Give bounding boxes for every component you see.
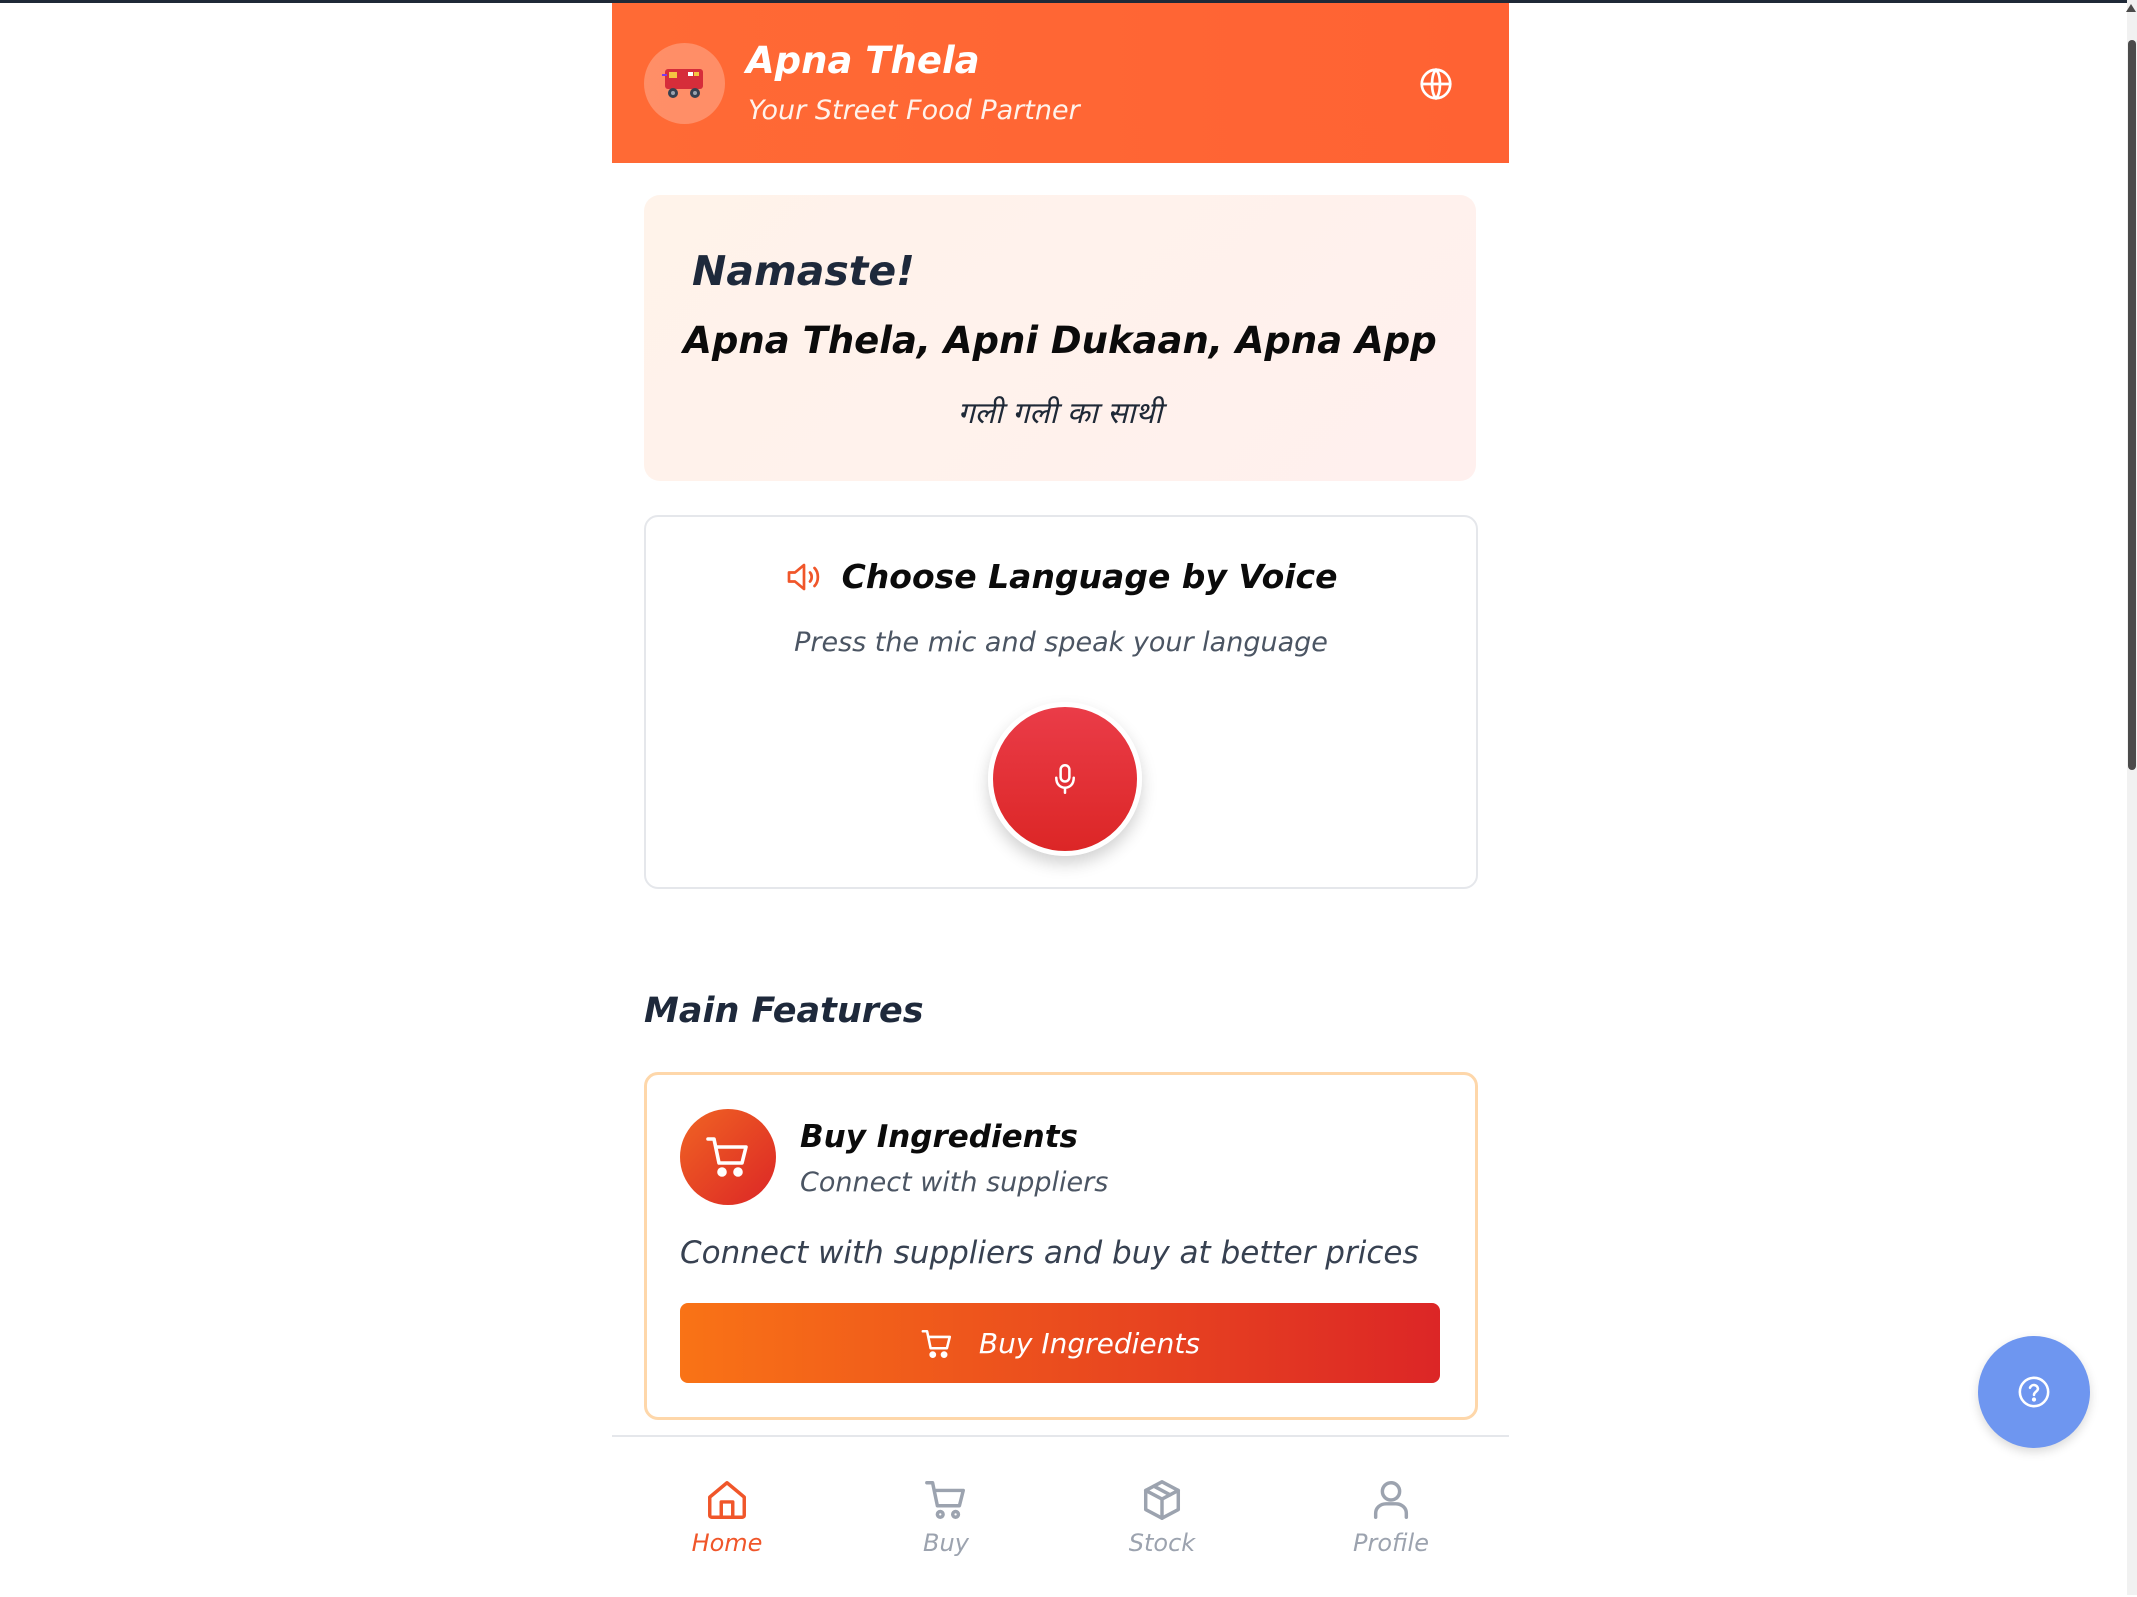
box-icon: [1143, 1480, 1181, 1520]
food-cart-icon: [662, 69, 703, 98]
language-button[interactable]: [1418, 66, 1454, 102]
nav-label-stock: Stock: [1128, 1529, 1196, 1557]
nav-item-profile[interactable]: Profile: [1331, 1477, 1451, 1557]
nav-item-stock[interactable]: Stock: [1102, 1477, 1222, 1557]
nav-item-buy[interactable]: Buy: [886, 1477, 1006, 1557]
nav-label-home: Home: [691, 1529, 763, 1557]
home-icon: [708, 1481, 746, 1519]
cart-icon: [921, 1329, 952, 1359]
nav-item-home[interactable]: Home: [667, 1477, 787, 1557]
cart-icon: [706, 1137, 748, 1177]
hindi-tagline: गली गली का साथी: [957, 396, 1163, 431]
scroll-thumb[interactable]: [2128, 40, 2136, 770]
nav-label-profile: Profile: [1353, 1529, 1429, 1557]
voice-header: Choose Language by Voice: [646, 557, 1476, 596]
mic-button[interactable]: [988, 702, 1142, 856]
voice-language-card: Choose Language by Voice Press the mic a…: [644, 515, 1478, 889]
buy-ingredients-button[interactable]: Buy Ingredients: [680, 1303, 1440, 1383]
bottom-nav: Home Buy Stock Profile: [612, 1435, 1509, 1597]
scroll-up-arrow[interactable]: [2126, 4, 2136, 12]
feature-subtitle: Connect with suppliers: [800, 1167, 1109, 1198]
feature-card-buy-ingredients: Buy Ingredients Connect with suppliers C…: [644, 1072, 1478, 1420]
app-header: Apna Thela Your Street Food Partner: [612, 3, 1509, 163]
feature-description: Connect with suppliers and buy at better…: [680, 1235, 1419, 1271]
logo: [644, 43, 725, 124]
voice-subtitle: Press the mic and speak your language: [794, 627, 1328, 658]
welcome-card: Namaste! Apna Thela, Apni Dukaan, Apna A…: [644, 195, 1476, 481]
globe-icon: [1420, 67, 1452, 101]
help-button[interactable]: [1978, 1336, 2090, 1448]
section-title: Main Features: [644, 991, 924, 1031]
cart-icon: [925, 1481, 965, 1519]
greeting: Namaste!: [692, 247, 915, 295]
feature-icon: [680, 1109, 776, 1205]
app-container: Apna Thela Your Street Food Partner Nama…: [612, 3, 1509, 1597]
feature-title: Buy Ingredients: [800, 1119, 1078, 1155]
mic-icon: [1055, 764, 1075, 794]
user-icon: [1373, 1481, 1409, 1519]
voice-title: Choose Language by Voice: [841, 557, 1338, 596]
tagline: Apna Thela, Apni Dukaan, Apna App: [683, 319, 1437, 362]
app-subtitle: Your Street Food Partner: [748, 95, 1080, 126]
speaker-icon: [788, 563, 820, 590]
nav-label-buy: Buy: [923, 1529, 969, 1557]
help-icon: [2018, 1376, 2050, 1408]
app-title: Apna Thela: [746, 39, 980, 82]
buy-ingredients-button-label: Buy Ingredients: [978, 1327, 1200, 1360]
page-scrollbar[interactable]: [2126, 0, 2137, 1595]
